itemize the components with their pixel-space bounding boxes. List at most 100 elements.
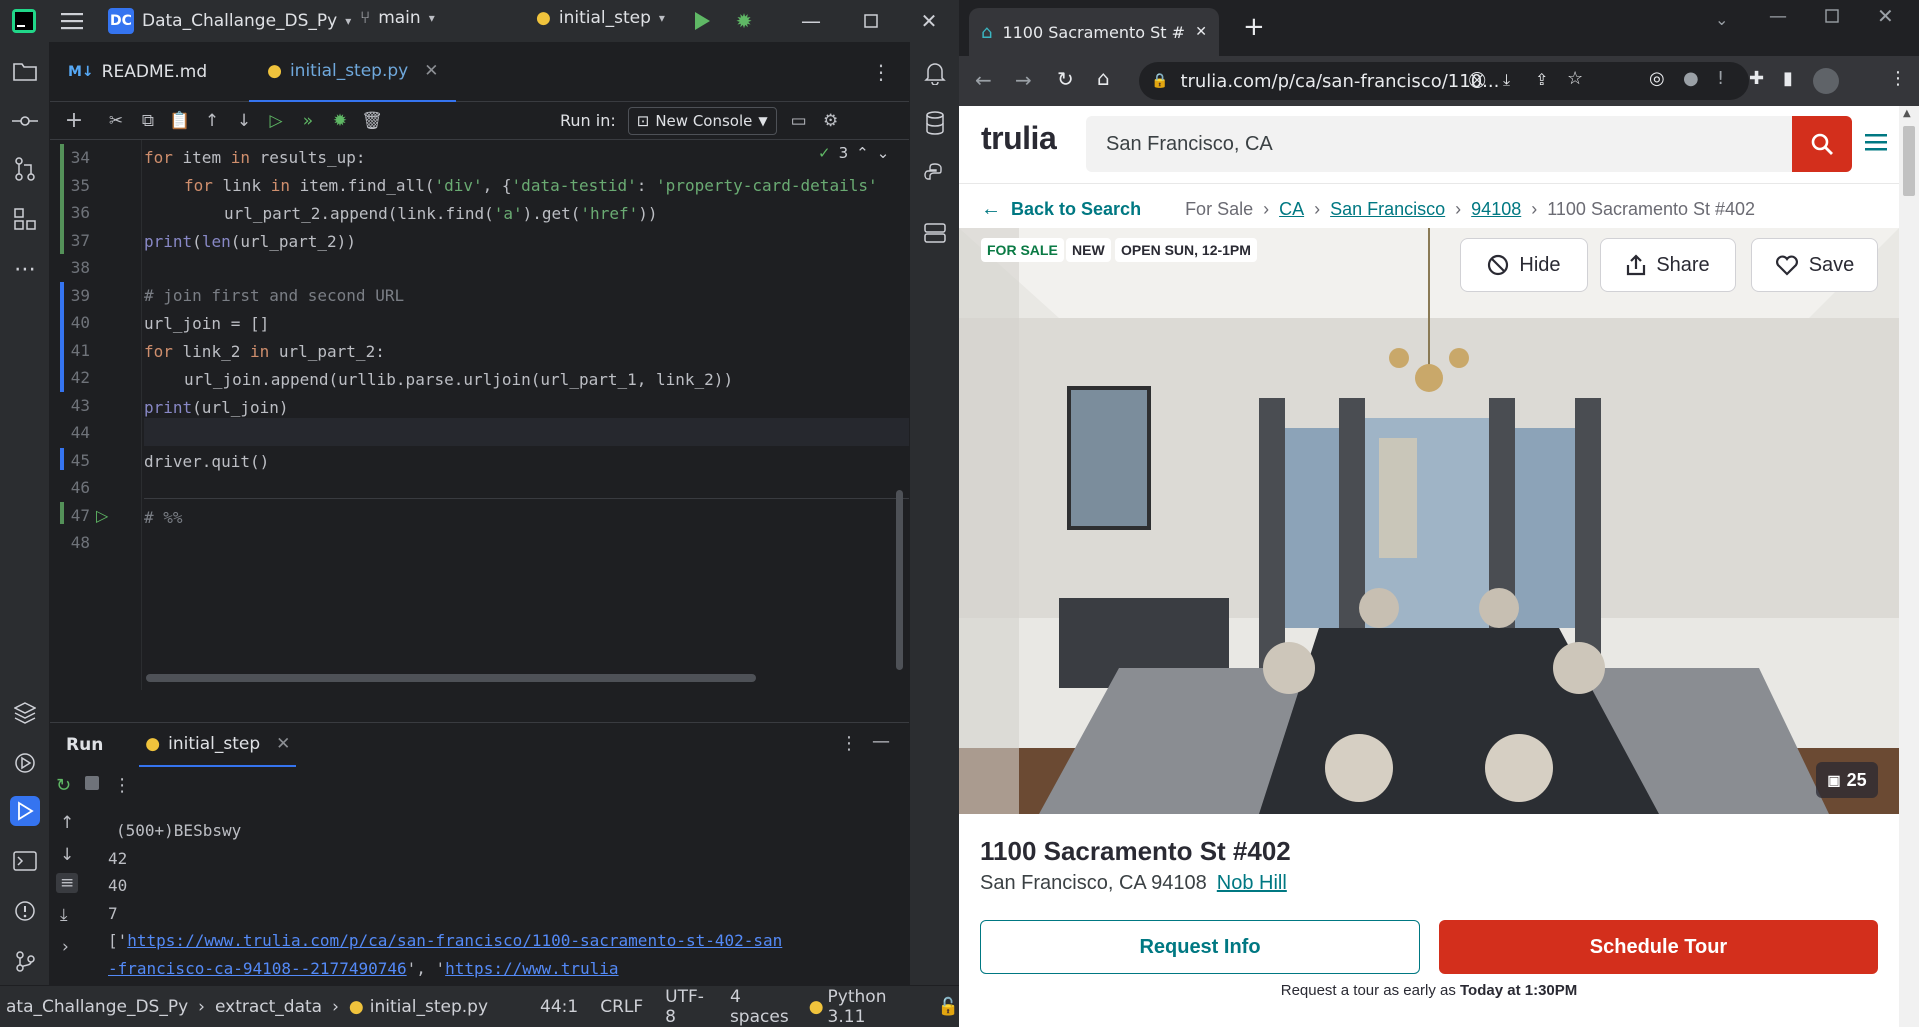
minimize-icon[interactable]: — xyxy=(1769,6,1787,27)
schedule-tour-button[interactable]: Schedule Tour xyxy=(1439,920,1878,974)
run-config-selector[interactable]: ● initial_step ▾ xyxy=(536,8,665,28)
vertical-scrollbar[interactable] xyxy=(896,490,903,670)
python-console-icon[interactable] xyxy=(920,158,950,188)
expand-icon[interactable]: › xyxy=(62,937,69,957)
tab-initial-step[interactable]: ● initial_step.py ✕ xyxy=(249,42,457,102)
listing-photo[interactable] xyxy=(959,228,1899,814)
debug-cell-icon[interactable]: ✹ xyxy=(324,106,356,136)
run-tool-icon[interactable] xyxy=(10,796,40,826)
move-down-icon[interactable]: ↓ xyxy=(228,106,260,136)
scroll-up-icon[interactable]: ↑ xyxy=(60,813,74,833)
services-icon[interactable] xyxy=(10,748,40,778)
extension-2-icon[interactable]: ● xyxy=(1683,68,1699,89)
breadcrumb-zip[interactable]: 94108 xyxy=(1471,199,1521,220)
run-tab-initial-step[interactable]: ● initial_step ✕ xyxy=(139,723,297,767)
tab-readme[interactable]: M↓ README.md xyxy=(50,42,225,102)
breadcrumb-file[interactable]: initial_step.py xyxy=(370,997,488,1017)
scroll-up-arrow-icon[interactable]: ▲ xyxy=(1903,108,1911,119)
tab-search-icon[interactable]: ⌄ xyxy=(1715,10,1728,29)
breadcrumb-folder[interactable]: extract_data xyxy=(215,997,322,1017)
minimize-icon[interactable]: — xyxy=(796,8,826,34)
interpreter[interactable]: Python 3.11 xyxy=(828,987,916,1027)
share-icon[interactable]: ⇪ xyxy=(1535,70,1548,89)
extensions-puzzle-icon[interactable]: ✚ xyxy=(1749,68,1764,89)
code-editor[interactable]: ✓ 3 ⌃ ⌄ 34 35 36 37 38 39 40 41 42 43 44 45 46 47 48 for … xyxy=(50,140,909,690)
more-options-icon[interactable]: ⋮ xyxy=(840,733,858,754)
stop-icon[interactable] xyxy=(85,775,100,795)
tab-options-icon[interactable]: ⋮ xyxy=(871,60,891,84)
move-up-icon[interactable]: ↑ xyxy=(196,106,228,136)
terminal-icon[interactable] xyxy=(10,846,40,876)
inspection-widget[interactable]: ✓ 3 ⌃ ⌄ xyxy=(818,144,889,162)
pycharm-logo-icon[interactable] xyxy=(10,8,38,34)
main-menu-icon[interactable] xyxy=(58,8,86,34)
scroll-thumb[interactable] xyxy=(1903,126,1915,196)
share-button[interactable]: Share xyxy=(1600,238,1736,292)
branch-selector[interactable]: ⑂ main ▾ xyxy=(360,8,435,28)
close-tab-icon[interactable]: ✕ xyxy=(1195,24,1207,40)
browser-tab[interactable]: ⌂ 1100 Sacramento St #402, San Fr ✕ xyxy=(969,8,1219,56)
new-tab-icon[interactable]: + xyxy=(1243,12,1265,42)
database-icon[interactable] xyxy=(920,108,950,138)
breadcrumb-project[interactable]: ata_Challange_DS_Py xyxy=(6,997,188,1017)
search-input[interactable]: San Francisco, CA xyxy=(1086,116,1792,172)
neighborhood-link[interactable]: Nob Hill xyxy=(1217,872,1287,895)
install-icon[interactable]: ⤓ xyxy=(1503,70,1510,90)
settings-gear-icon[interactable]: ⚙ xyxy=(815,106,847,136)
output-link[interactable]: https://www.trulia.com/p/ca/san-francisc… xyxy=(127,931,782,950)
copy-icon[interactable]: ⧉ xyxy=(132,106,164,136)
sciview-icon[interactable] xyxy=(920,218,950,248)
debug-icon[interactable]: ✹ xyxy=(730,8,758,34)
cut-icon[interactable]: ✂ xyxy=(100,106,132,136)
hide-button[interactable]: Hide xyxy=(1460,238,1588,292)
paste-icon[interactable]: 📋 xyxy=(164,106,196,136)
avatar[interactable] xyxy=(1813,68,1839,94)
soft-wrap-icon[interactable]: ≡ xyxy=(56,873,79,893)
maximize-icon[interactable] xyxy=(1825,8,1839,27)
horizontal-scrollbar[interactable] xyxy=(146,674,756,682)
photo-count-button[interactable]: ▣ 25 xyxy=(1816,762,1878,798)
run-icon[interactable] xyxy=(688,8,716,34)
close-tab-icon[interactable]: ✕ xyxy=(424,61,438,81)
git-icon[interactable] xyxy=(10,946,40,976)
problems-icon[interactable] xyxy=(10,896,40,926)
scroll-down-icon[interactable]: ↓ xyxy=(60,845,74,865)
cursor-position[interactable]: 44:1 xyxy=(540,997,578,1017)
structure-icon[interactable] xyxy=(10,204,40,234)
new-console-dropdown[interactable]: ⊡ New Console ▼ xyxy=(627,106,777,135)
output-link[interactable]: https://www.trulia xyxy=(445,959,618,978)
close-tab-icon[interactable]: ✕ xyxy=(276,734,290,754)
breadcrumb-ca[interactable]: CA xyxy=(1279,199,1304,220)
line-separator[interactable]: CRLF xyxy=(600,997,643,1017)
more-tools-icon[interactable]: ⋯ xyxy=(10,254,40,284)
scroll-to-end-icon[interactable]: ⤓ xyxy=(60,905,68,925)
project-folder-icon[interactable] xyxy=(10,56,40,86)
extension-1-icon[interactable]: ◎ xyxy=(1649,68,1665,89)
run-all-icon[interactable]: » xyxy=(292,106,324,136)
project-selector[interactable]: DC Data_Challange_DS_Py ▾ xyxy=(108,8,351,34)
save-button[interactable]: Save xyxy=(1751,238,1878,292)
search-button[interactable] xyxy=(1792,116,1852,172)
indent-setting[interactable]: 4 spaces xyxy=(730,987,795,1027)
rerun-icon[interactable]: ↻ xyxy=(56,775,71,796)
page-scrollbar[interactable]: ▲ xyxy=(1899,106,1919,1027)
close-icon[interactable]: ✕ xyxy=(914,8,944,34)
extension-3-icon[interactable]: ! xyxy=(1717,68,1724,89)
more-icon[interactable]: ⋮ xyxy=(113,775,131,796)
back-to-search-link[interactable]: Back to Search xyxy=(1011,199,1141,220)
add-icon[interactable]: + xyxy=(58,106,90,136)
notifications-icon[interactable] xyxy=(920,58,950,88)
console-window-icon[interactable]: ▭ xyxy=(783,106,815,136)
reload-icon[interactable]: ↻ xyxy=(1057,67,1074,91)
maximize-icon[interactable] xyxy=(856,8,886,34)
commit-icon[interactable] xyxy=(10,106,40,136)
python-packages-icon[interactable] xyxy=(10,698,40,728)
home-icon[interactable]: ⌂ xyxy=(1097,66,1110,90)
request-info-button[interactable]: Request Info xyxy=(980,920,1420,974)
pull-requests-icon[interactable] xyxy=(10,154,40,184)
bookmark-star-icon[interactable]: ☆ xyxy=(1567,68,1583,89)
run-cell-icon[interactable]: ▷ xyxy=(260,106,292,136)
forward-icon[interactable]: → xyxy=(1015,68,1032,92)
hide-panel-icon[interactable]: — xyxy=(872,731,890,752)
side-panel-icon[interactable]: ▮ xyxy=(1783,68,1793,89)
